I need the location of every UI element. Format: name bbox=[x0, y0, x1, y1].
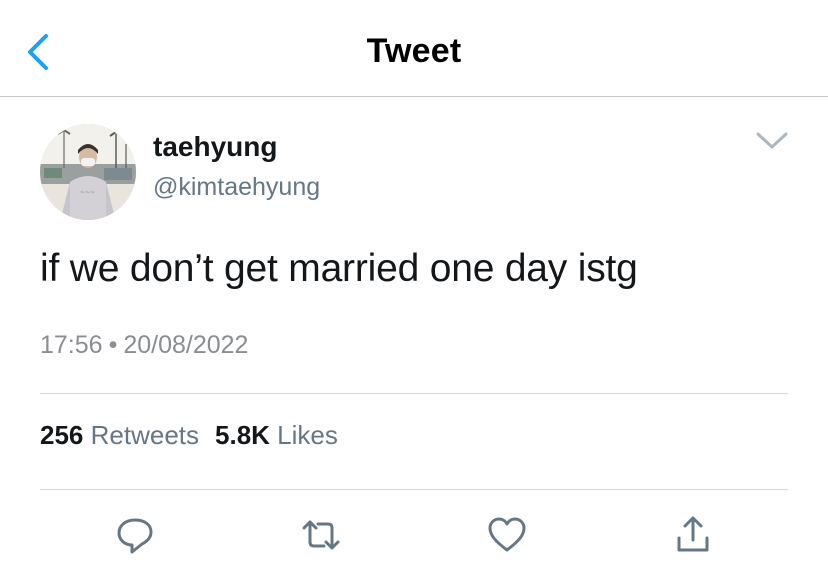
tweet-text: if we don’t get married one day istg bbox=[40, 247, 638, 290]
divider-top bbox=[40, 393, 788, 394]
tweet-timestamp: 17:56 • 20/08/2022 bbox=[40, 331, 248, 360]
separator-dot: • bbox=[108, 331, 118, 359]
tweet-time: 17:56 bbox=[40, 331, 103, 359]
engagement-stats: 256 Retweets 5.8K Likes bbox=[40, 420, 338, 451]
navigation-bar: Tweet bbox=[0, 0, 828, 97]
like-icon[interactable] bbox=[482, 510, 532, 560]
author-name[interactable]: taehyung bbox=[153, 131, 277, 163]
likes-count: 5.8K bbox=[215, 420, 270, 450]
share-icon[interactable] bbox=[668, 510, 718, 560]
retweet-icon[interactable] bbox=[296, 510, 346, 560]
author-handle[interactable]: @kimtaehyung bbox=[153, 173, 320, 202]
reply-icon[interactable] bbox=[110, 510, 160, 560]
retweets-count: 256 bbox=[40, 420, 84, 450]
tweet-date: 20/08/2022 bbox=[123, 331, 249, 359]
divider-bottom bbox=[40, 489, 788, 490]
action-bar bbox=[0, 510, 828, 560]
retweets-label: Retweets bbox=[90, 420, 200, 450]
svg-text:~~~: ~~~ bbox=[80, 189, 95, 196]
retweets-stat[interactable]: 256 Retweets bbox=[40, 420, 199, 450]
profile-photo: ~~~ bbox=[40, 124, 136, 220]
likes-label: Likes bbox=[277, 420, 338, 450]
page-title: Tweet bbox=[366, 32, 462, 70]
avatar[interactable]: ~~~ bbox=[40, 124, 136, 220]
chevron-down-icon[interactable] bbox=[754, 128, 790, 154]
likes-stat[interactable]: 5.8K Likes bbox=[215, 420, 338, 450]
